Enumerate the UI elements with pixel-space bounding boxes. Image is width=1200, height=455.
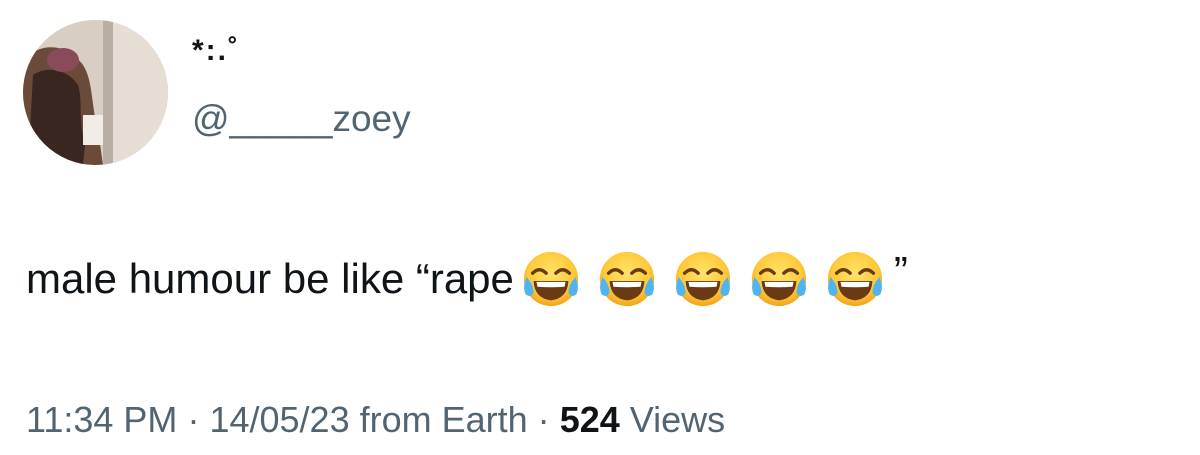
avatar[interactable] [23, 20, 168, 165]
face-with-tears-of-joy-icon [824, 248, 886, 310]
avatar-photo [23, 20, 168, 165]
face-with-tears-of-joy-icon [520, 248, 582, 310]
emoji-row [520, 248, 900, 310]
meta-separator: · [537, 399, 550, 440]
meta-separator: · [187, 399, 200, 440]
tweet-meta: 11:34 PM · 14/05/23 from Earth · 524 Vie… [26, 402, 725, 438]
views-count[interactable]: 524 [560, 399, 620, 440]
tweet-date[interactable]: 14/05/23 [209, 399, 349, 440]
face-with-tears-of-joy-icon [672, 248, 734, 310]
tweet-card: *:.˚ @_____zoey male humour be like “rap… [0, 0, 1200, 455]
tweet-time[interactable]: 11:34 PM [26, 399, 177, 440]
tweet-text: male humour be like “rape ” [26, 248, 908, 310]
face-with-tears-of-joy-icon [596, 248, 658, 310]
views-label[interactable]: Views [630, 399, 725, 440]
closing-quote: ” [893, 248, 908, 295]
tweet-body: male humour be like “rape [26, 255, 514, 302]
tweet-source: from Earth [359, 399, 528, 440]
user-handle[interactable]: @_____zoey [192, 100, 411, 137]
display-name[interactable]: *:.˚ [192, 36, 240, 66]
face-with-tears-of-joy-icon [748, 248, 810, 310]
